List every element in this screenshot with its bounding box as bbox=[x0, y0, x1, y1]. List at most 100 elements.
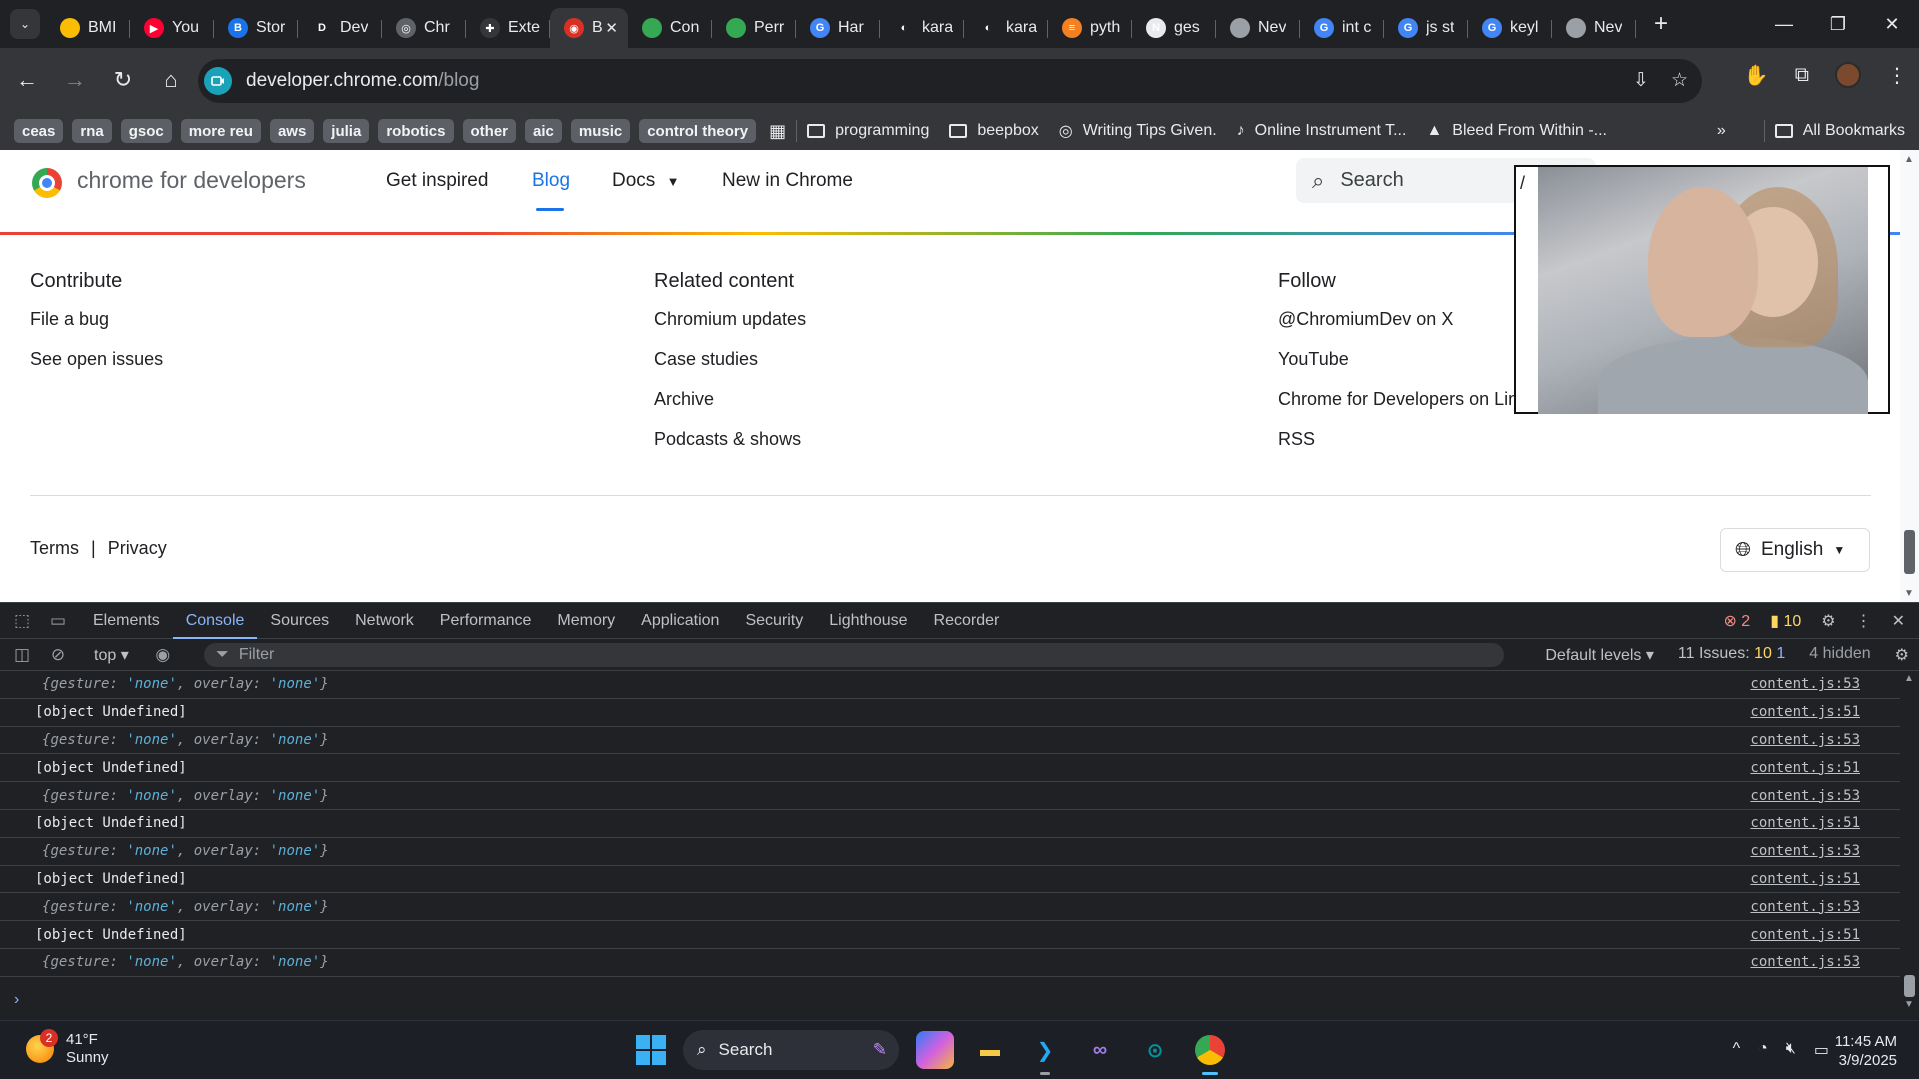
taskbar-search[interactable]: ⌕ Search ✎ bbox=[683, 1030, 899, 1070]
page-scroll-thumb[interactable] bbox=[1904, 530, 1915, 574]
apps-grid-icon[interactable]: ▦ bbox=[769, 121, 786, 142]
scroll-down-icon[interactable]: ▼ bbox=[1904, 999, 1914, 1010]
url-text[interactable]: developer.chrome.com/blog bbox=[246, 70, 479, 92]
scroll-up-icon[interactable]: ▲ bbox=[1904, 673, 1914, 684]
visual-studio-icon[interactable]: ∞ bbox=[1081, 1031, 1119, 1069]
devtools-tab-memory[interactable]: Memory bbox=[544, 603, 628, 639]
devtools-tab-recorder[interactable]: Recorder bbox=[921, 603, 1013, 639]
system-clock[interactable]: 11:45 AM 3/9/2025 bbox=[1835, 1032, 1897, 1070]
console-scroll-thumb[interactable] bbox=[1904, 975, 1915, 997]
source-link[interactable]: content.js:51 bbox=[1750, 927, 1860, 943]
bookmark-item[interactable]: ♪ Online Instrument T... bbox=[1237, 121, 1407, 141]
chrome-menu-icon[interactable]: ⋮ bbox=[1887, 63, 1907, 88]
console-scrollbar[interactable]: ▲ ▼ bbox=[1900, 671, 1919, 1021]
weather-widget[interactable]: 2 41°F Sunny bbox=[26, 1029, 109, 1067]
reload-button[interactable]: ↻ bbox=[102, 59, 144, 101]
devtools-tab-lighthouse[interactable]: Lighthouse bbox=[816, 603, 920, 639]
source-link[interactable]: content.js:53 bbox=[1750, 899, 1860, 915]
close-devtools-icon[interactable]: ✕ bbox=[1892, 611, 1905, 631]
devtools-tab-application[interactable]: Application bbox=[628, 603, 732, 639]
terms-link[interactable]: Terms bbox=[30, 538, 79, 559]
browser-tab[interactable]: ◎ Chr bbox=[382, 8, 466, 48]
browser-tab[interactable]: D Dev bbox=[298, 8, 382, 48]
browser-tab[interactable]: Gkeyl bbox=[1468, 8, 1552, 48]
footer-link-chromium-updates[interactable]: Chromium updates bbox=[654, 307, 806, 331]
source-link[interactable]: content.js:53 bbox=[1750, 843, 1860, 859]
browser-tab[interactable]: Con bbox=[628, 8, 712, 48]
tab-group-chip[interactable]: more reu bbox=[180, 119, 261, 143]
bookmark-star-icon[interactable]: ☆ bbox=[1671, 69, 1688, 92]
browser-tab[interactable]: G Har bbox=[796, 8, 880, 48]
copilot-icon[interactable] bbox=[916, 1031, 954, 1069]
back-button[interactable]: ← bbox=[6, 59, 48, 101]
tab-group-chip[interactable]: gsoc bbox=[120, 119, 172, 143]
console-object[interactable]: ▶{gesture: 'none', overlay: 'none'} bbox=[42, 788, 329, 804]
issues-button[interactable]: 11 Issues: 10 1 bbox=[1678, 645, 1785, 665]
footer-link-rss[interactable]: RSS bbox=[1278, 427, 1562, 451]
live-expression-eye-icon[interactable]: ◉ bbox=[149, 645, 177, 665]
devtools-menu-icon[interactable]: ⋮ bbox=[1856, 611, 1872, 631]
home-button[interactable]: ⌂ bbox=[150, 59, 192, 101]
settings-gear-icon[interactable]: ⚙ bbox=[1821, 611, 1835, 631]
vscode-icon[interactable]: ❯ bbox=[1026, 1031, 1064, 1075]
browser-tab[interactable]: Nev bbox=[1216, 8, 1300, 48]
nav-blog[interactable]: Blog bbox=[532, 170, 570, 192]
tab-group-chip[interactable]: julia bbox=[323, 119, 370, 143]
console-object[interactable]: ▶{gesture: 'none', overlay: 'none'} bbox=[42, 954, 329, 970]
more-bookmarks-icon[interactable]: » bbox=[1717, 122, 1726, 140]
close-window-button[interactable]: ✕ bbox=[1865, 0, 1919, 48]
nav-docs[interactable]: Docs ▼ bbox=[612, 170, 679, 192]
browser-tab[interactable]: Perr bbox=[712, 8, 796, 48]
all-bookmarks-link[interactable]: All Bookmarks bbox=[1803, 122, 1905, 140]
source-link[interactable]: content.js:51 bbox=[1750, 704, 1860, 720]
tab-group-chip[interactable]: control theory bbox=[639, 119, 757, 143]
show-hidden-icons-icon[interactable]: ^ bbox=[1733, 1040, 1741, 1060]
sidebar-toggle-icon[interactable]: ◫ bbox=[8, 645, 36, 665]
nav-get-inspired[interactable]: Get inspired bbox=[386, 170, 488, 192]
devtools-tab-performance[interactable]: Performance bbox=[427, 603, 545, 639]
extensions-puzzle-icon[interactable]: ⧉ bbox=[1795, 64, 1809, 87]
file-explorer-icon[interactable]: ▬ bbox=[971, 1031, 1009, 1069]
address-bar[interactable]: developer.chrome.com/blog ⇩ ☆ bbox=[198, 59, 1702, 103]
new-tab-button[interactable]: + bbox=[1646, 10, 1676, 38]
restore-button[interactable]: ❐ bbox=[1811, 0, 1865, 48]
tab-group-chip[interactable]: music bbox=[570, 119, 631, 143]
source-link[interactable]: content.js:53 bbox=[1750, 732, 1860, 748]
tab-group-chip[interactable]: rna bbox=[72, 119, 112, 143]
console-object[interactable]: ▶{gesture: 'none', overlay: 'none'} bbox=[42, 899, 329, 915]
devtools-tab-network[interactable]: Network bbox=[342, 603, 427, 639]
wifi-icon[interactable]: ◔ bbox=[1758, 1040, 1768, 1060]
footer-link-open-issues[interactable]: See open issues bbox=[30, 347, 163, 371]
forward-button[interactable]: → bbox=[54, 59, 96, 101]
console-object[interactable]: ▶{gesture: 'none', overlay: 'none'} bbox=[42, 732, 329, 748]
console-object[interactable]: ▶{gesture: 'none', overlay: 'none'} bbox=[42, 676, 329, 692]
context-selector[interactable]: top ▾ bbox=[94, 645, 129, 665]
scroll-down-icon[interactable]: ▼ bbox=[1904, 588, 1914, 599]
footer-link-file-bug[interactable]: File a bug bbox=[30, 307, 163, 331]
browser-tab[interactable]: BMI bbox=[46, 8, 130, 48]
tab-group-chip[interactable]: robotics bbox=[378, 119, 454, 143]
source-link[interactable]: content.js:51 bbox=[1750, 815, 1860, 831]
error-count[interactable]: ⊗ 2 bbox=[1723, 611, 1750, 631]
source-link[interactable]: content.js:53 bbox=[1750, 788, 1860, 804]
source-link[interactable]: content.js:53 bbox=[1750, 676, 1860, 692]
bookmark-item[interactable]: ▲ Bleed From Within -... bbox=[1426, 121, 1607, 141]
install-app-icon[interactable]: ⇩ bbox=[1633, 69, 1649, 92]
footer-link-archive[interactable]: Archive bbox=[654, 387, 806, 411]
volume-muted-icon[interactable]: 🔇︎ bbox=[1786, 1040, 1796, 1060]
footer-link-podcasts[interactable]: Podcasts & shows bbox=[654, 427, 806, 451]
language-selector[interactable]: 🌐︎ English ▼ bbox=[1720, 528, 1870, 572]
browser-tab[interactable]: ◐ kara bbox=[964, 8, 1048, 48]
tab-group-chip[interactable]: other bbox=[462, 119, 516, 143]
console-prompt[interactable]: › bbox=[14, 991, 19, 1009]
browser-tab[interactable]: Nges bbox=[1132, 8, 1216, 48]
tab-group-chip[interactable]: aws bbox=[269, 119, 315, 143]
clear-console-icon[interactable]: ⊘ bbox=[44, 645, 72, 665]
bookmark-item[interactable]: programming bbox=[807, 121, 929, 141]
devtools-tab-security[interactable]: Security bbox=[732, 603, 816, 639]
console-filter-input[interactable]: ⏷ Filter bbox=[204, 643, 1504, 667]
nav-new-in-chrome[interactable]: New in Chrome bbox=[722, 170, 853, 192]
devtools-tab-elements[interactable]: Elements bbox=[80, 603, 173, 639]
tab-group-chip[interactable]: ceas bbox=[14, 119, 64, 143]
screen-recording-icon[interactable] bbox=[204, 67, 232, 95]
